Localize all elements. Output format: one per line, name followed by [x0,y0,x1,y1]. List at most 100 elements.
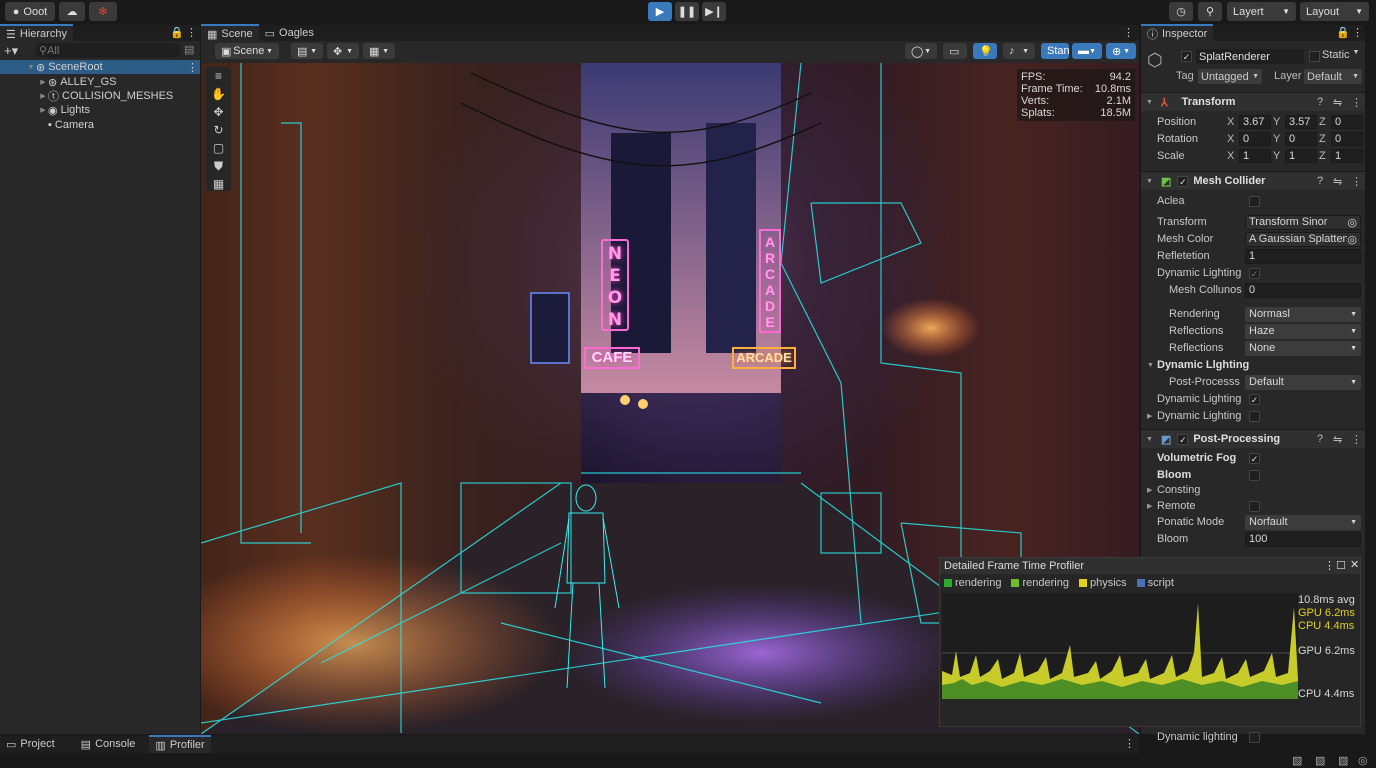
audio-button[interactable]: ♪ ▼ [1003,43,1035,59]
mesh-collunos-field[interactable]: 0 [1245,282,1361,298]
cloud-button[interactable]: ☁ [59,2,85,21]
scale-icon[interactable]: ▢ [206,139,231,157]
preset-icon[interactable]: ⇋ [1333,433,1342,446]
legend-item[interactable]: script [1136,577,1174,589]
hand-icon[interactable]: ✋ [206,85,231,103]
target-icon[interactable]: ◎ [1347,216,1357,229]
position-z[interactable]: 0 [1331,115,1363,129]
lock-icon[interactable]: 🔒 [170,26,184,39]
dynamic-lighting-checkbox[interactable]: ✓ [1249,267,1260,279]
legend-item[interactable]: physics [1078,577,1127,589]
help-icon[interactable]: ? [1317,433,1323,445]
move-icon[interactable]: ✥ [206,103,231,121]
transform-header[interactable]: ▼ ⅄ Transform ? ⇋ ⋮ [1141,92,1365,111]
more-icon[interactable]: ⋮ [1351,433,1362,446]
ponatic-mode-dropdown[interactable]: Norfault ▼ [1245,514,1361,530]
collab-button[interactable]: ✻ [89,2,117,21]
hierarchy-item-alley-gs[interactable]: ▶ ⊛ ALLEY_GS [0,75,200,89]
legend-item[interactable]: rendering [1011,577,1069,589]
position-y[interactable]: 3.57 [1285,115,1317,129]
rendering-dropdown[interactable]: Normasl ▼ [1245,306,1361,322]
tag-dropdown[interactable]: Untagged ▼ [1198,69,1262,84]
history-button[interactable]: ◷ [1169,2,1193,21]
status-icon-2[interactable]: ▧ [1315,754,1325,767]
lighting-toggle[interactable]: 💡 [973,43,997,59]
hierarchy-item-camera[interactable]: ▪ Camera [0,118,200,132]
view-button[interactable]: ▭ [943,43,967,59]
more-icon[interactable]: ⋮ [187,61,198,74]
hierarchy-search[interactable]: ⚲ All [35,43,181,58]
maximize-icon[interactable]: ☐ [1336,559,1346,572]
object-name-field[interactable]: SplatRenderer [1196,49,1304,64]
rect-icon[interactable]: ⛊ [206,157,231,175]
tab-scene[interactable]: ▦ Scene [201,24,259,42]
draw-mode-button[interactable]: ▤ ▼ [291,43,323,59]
scale-z[interactable]: 1 [1331,149,1363,163]
dynamic-lighting-row-3[interactable]: ▶ Dynamic Lighting [1143,408,1363,424]
more-icon[interactable]: ⋮ [1324,559,1335,572]
gizmos-dropdown[interactable]: ⊕ ▼ [1106,43,1136,59]
active-checkbox[interactable]: ✓ [1181,51,1192,62]
scale-x[interactable]: 1 [1239,149,1271,163]
close-icon[interactable]: ✕ [1350,558,1359,571]
play-button[interactable]: ▶ [648,2,672,21]
status-icon-1[interactable]: ▧ [1292,754,1302,767]
hierarchy-item-lights[interactable]: ▶ ◉ Lights [0,103,200,117]
status-icon-4[interactable]: ◎ [1358,754,1368,767]
account-button[interactable]: ● Ooot [5,2,55,21]
scene-view-dropdown[interactable]: ▣ Scene ▼ [215,43,279,59]
menu-icon[interactable]: ≡ [206,67,231,85]
tab-project[interactable]: ▭ Project [0,735,61,753]
legend-item[interactable]: rendering [944,577,1001,589]
scale-y[interactable]: 1 [1285,149,1317,163]
mesh-collider-checkbox[interactable]: ✓ [1177,175,1189,187]
help-icon[interactable]: ? [1317,96,1323,108]
layers-dropdown[interactable]: Layert ▼ [1227,2,1296,21]
hierarchy-item-sceneroot[interactable]: ▼ ⊛ SceneRoot ⋮ [0,60,200,74]
camera-dropdown[interactable]: ▬ ▼ [1072,43,1102,59]
remote-checkbox[interactable] [1249,500,1260,512]
tab-profiler[interactable]: ▥ Profiler [149,735,211,753]
more-icon[interactable]: ⋮ [1351,96,1362,109]
tab-console[interactable]: ▤ Console [75,735,142,753]
add-button[interactable]: +▾ [4,43,18,59]
more-icon[interactable]: ⋮ [1124,737,1135,750]
position-x[interactable]: 3.67 [1239,115,1271,129]
consting-row[interactable]: ▶ Consting [1143,482,1363,498]
volumetric-fog-checkbox[interactable]: ✓ [1249,452,1260,464]
dynamic-lighting-checkbox-2[interactable]: ✓ [1249,393,1260,405]
more-icon[interactable]: ⋮ [1352,26,1363,39]
dynamic-lighting-group[interactable]: ▼ Dynamic Llghting [1143,357,1363,373]
static-checkbox[interactable] [1309,51,1320,62]
tab-inspector[interactable]: ⓘ Inspector [1141,24,1214,42]
mesh-color-field[interactable]: A Gaussian Splatten ◎ [1245,231,1361,247]
reflections-dropdown-2[interactable]: None ▼ [1245,340,1361,356]
transform-icon[interactable]: ▦ [206,175,231,193]
reflections-dropdown-1[interactable]: Haze ▼ [1245,323,1361,339]
post-process-dropdown[interactable]: Default ▼ [1245,374,1361,390]
more-icon[interactable]: ⋮ [186,26,197,39]
bloom-checkbox[interactable] [1249,469,1260,481]
preset-icon[interactable]: ⇋ [1333,175,1342,188]
rotate-icon[interactable]: ↻ [206,121,231,139]
post-processing-checkbox[interactable]: ✓ [1177,433,1189,445]
search-button[interactable]: ⚲ [1198,2,1222,21]
static-dropdown[interactable]: Static ▼ [1322,49,1359,61]
more-icon[interactable]: ⋮ [1351,175,1362,188]
refletetion-field[interactable]: 1 [1245,248,1361,264]
rotation-x[interactable]: 0 [1239,132,1271,146]
rotation-z[interactable]: 0 [1331,132,1363,146]
mesh-collider-header[interactable]: ▼ ◩ ✓ Mesh Collider ? ⇋ ⋮ [1141,171,1365,190]
aclea-checkbox[interactable] [1249,195,1260,207]
dynamic-lighting-checkbox-3[interactable] [1249,410,1260,422]
more-icon[interactable]: ⋮ [1123,26,1134,39]
transform-ref-field[interactable]: Transform Sinor ◎ [1245,214,1361,230]
stan-toggle[interactable]: Stan [1041,43,1070,59]
rotation-y[interactable]: 0 [1285,132,1317,146]
dynamic-lighting-bottom-checkbox[interactable] [1249,731,1260,743]
pause-button[interactable]: ❚❚ [675,2,699,21]
bloom-value-field[interactable]: 100 [1245,531,1361,547]
status-icon-3[interactable]: ▧ [1338,754,1348,767]
hierarchy-item-collision-meshes[interactable]: ▶ ⓣ COLLISION_MESHES [0,89,200,103]
preset-icon[interactable]: ⇋ [1333,96,1342,109]
